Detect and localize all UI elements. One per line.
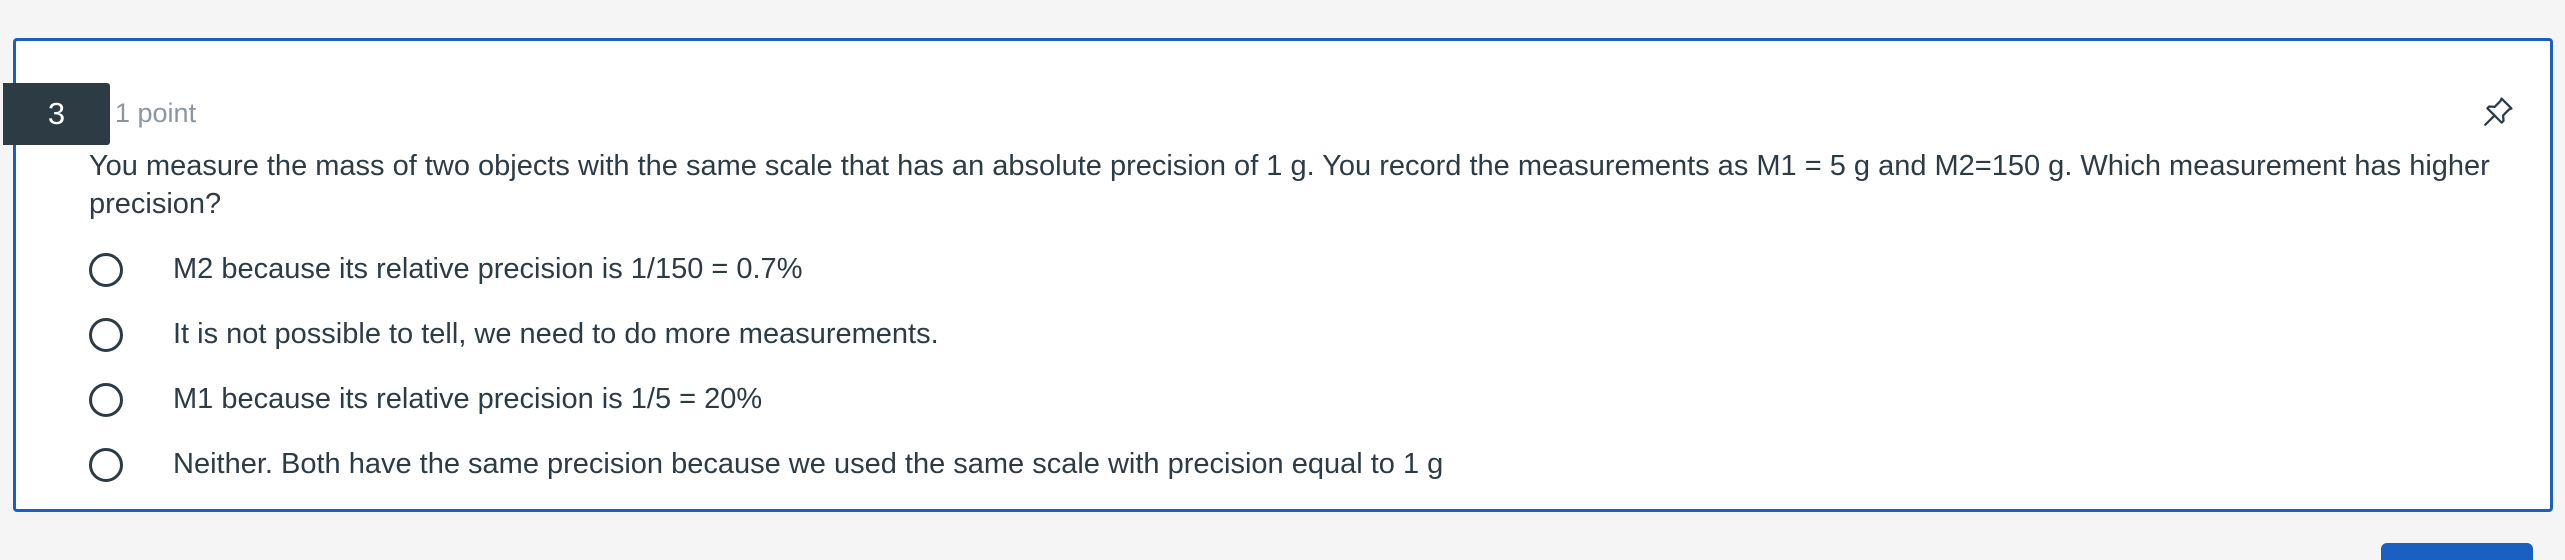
radio-button[interactable] bbox=[89, 317, 123, 352]
answer-label: It is not possible to tell, we need to d… bbox=[173, 318, 939, 350]
pin-icon bbox=[2484, 97, 2513, 126]
quiz-page: 3 1 point You measure the mass of two ob… bbox=[0, 0, 2565, 560]
answer-label: M1 because its relative precision is 1/5… bbox=[173, 383, 763, 415]
radio-button[interactable] bbox=[89, 382, 123, 417]
next-button[interactable] bbox=[2381, 543, 2533, 560]
answer-label: M2 because its relative precision is 1/1… bbox=[173, 253, 803, 285]
answer-option-1[interactable]: M2 because its relative precision is 1/1… bbox=[89, 237, 2489, 302]
answer-list: M2 because its relative precision is 1/1… bbox=[89, 237, 2489, 497]
question-number-badge: 3 bbox=[3, 83, 110, 145]
radio-button[interactable] bbox=[89, 447, 123, 482]
answer-option-2[interactable]: It is not possible to tell, we need to d… bbox=[89, 302, 2489, 367]
radio-button[interactable] bbox=[89, 252, 123, 287]
answer-option-4[interactable]: Neither. Both have the same precision be… bbox=[89, 432, 2489, 497]
answer-label: Neither. Both have the same precision be… bbox=[173, 448, 1444, 480]
question-card: 3 1 point You measure the mass of two ob… bbox=[3, 38, 2553, 512]
answer-option-3[interactable]: M1 because its relative precision is 1/5… bbox=[89, 367, 2489, 432]
pin-question-button[interactable] bbox=[2474, 88, 2522, 136]
question-text: You measure the mass of two objects with… bbox=[89, 150, 2490, 220]
question-points: 1 point bbox=[115, 98, 197, 128]
